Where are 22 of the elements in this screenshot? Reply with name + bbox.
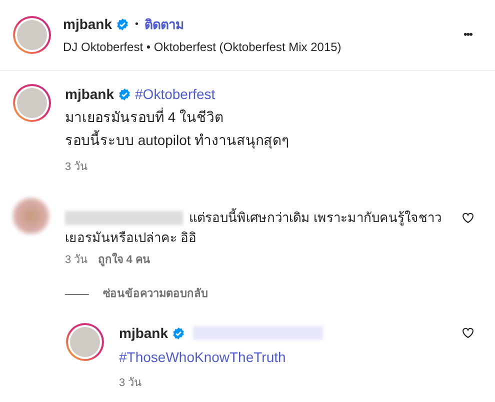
follow-link[interactable]: ติดตาม <box>144 14 185 34</box>
caption-text: มาเยอรมันรอบที่ 4 ในชีวิต <box>65 107 225 127</box>
avatar[interactable] <box>13 84 51 122</box>
like-button[interactable] <box>462 212 474 224</box>
hide-replies-button[interactable]: ซ่อนข้อความตอบกลับ <box>103 286 208 302</box>
username-link[interactable]: mjbank <box>65 84 114 105</box>
hashtag-link[interactable]: #Oktoberfest <box>135 84 216 105</box>
timestamp[interactable]: 3 วัน <box>65 159 290 176</box>
timestamp[interactable]: 3 วัน <box>119 374 482 391</box>
separator-dot: • <box>135 18 139 32</box>
hashtag-link[interactable]: #ThoseWhoKnowTheTruth <box>119 346 482 368</box>
caption-text: รอบนี้ระบบ autopilot ทำงานสนุกสุดๆ <box>65 130 290 151</box>
username-link[interactable]: mjbank <box>63 14 112 35</box>
username-link[interactable]: mjbank <box>119 322 168 344</box>
avatar[interactable] <box>66 322 104 360</box>
comment-text: แต่รอบนี้พิเศษกว่าเดิม เพราะมากับคนรู้ใจชาว เยอรมันหรือเปล่าคะ อิอิ <box>65 208 443 246</box>
timestamp[interactable]: 3 วัน <box>65 252 88 268</box>
more-options-button[interactable]: ••• <box>463 26 472 44</box>
like-button[interactable] <box>462 327 474 339</box>
avatar[interactable] <box>13 16 51 54</box>
audio-subtitle[interactable]: DJ Oktoberfest • Oktoberfest (Oktoberfest Mix 2015) <box>63 38 452 56</box>
likes-count[interactable]: ถูกใจ 4 คน <box>98 252 150 268</box>
